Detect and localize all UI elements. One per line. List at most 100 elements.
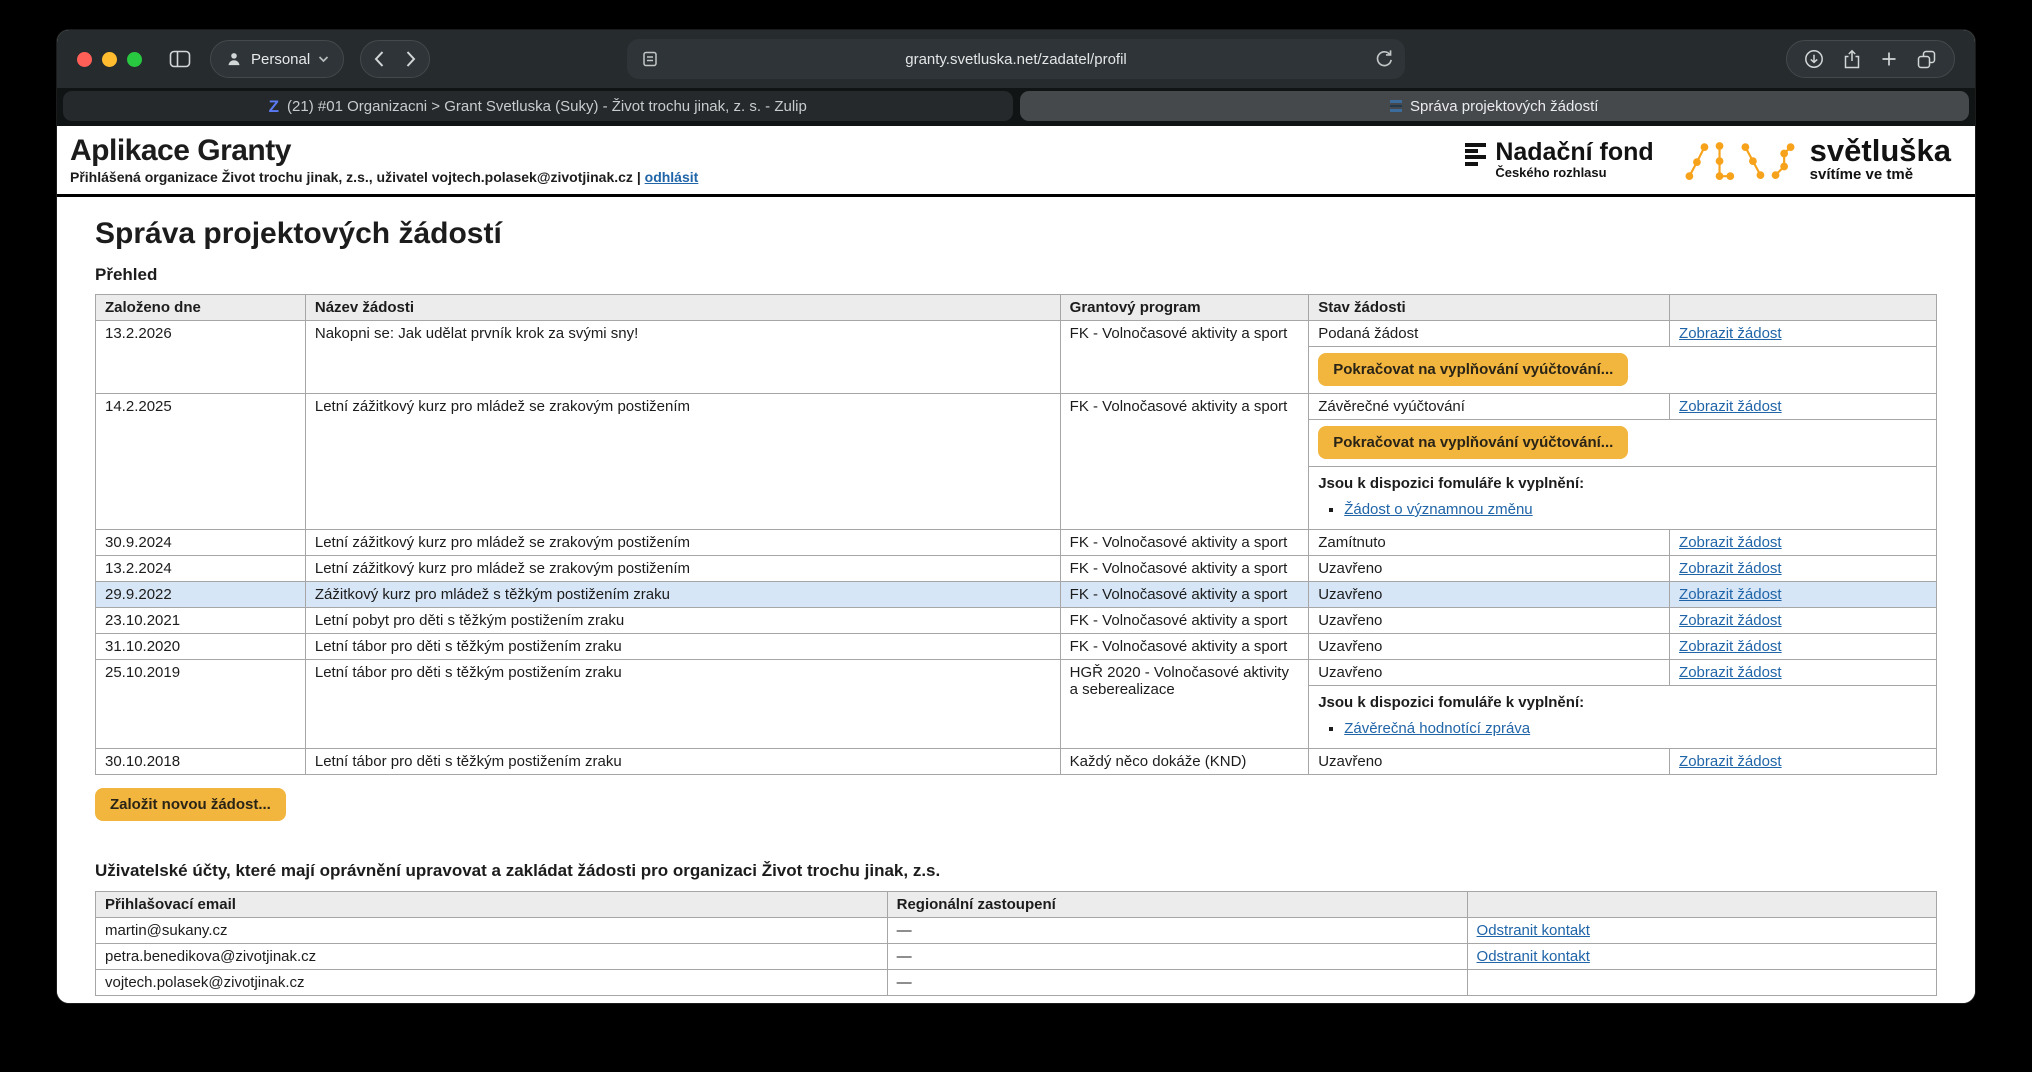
cell-action: Odstranit kontakt — [1467, 944, 1936, 970]
tab-granty[interactable]: Správa projektových žádostí — [1020, 91, 1970, 121]
cell-date: 13.2.2026 — [96, 321, 306, 394]
tab-overview-button[interactable] — [1909, 42, 1944, 77]
cell-action: Zobrazit žádost — [1670, 582, 1937, 608]
cell-program: FK - Volnočasové aktivity a sport — [1060, 634, 1309, 660]
view-application-link[interactable]: Zobrazit žádost — [1679, 753, 1782, 770]
cell-name: Nakopni se: Jak udělat prvník krok za sv… — [305, 321, 1060, 394]
cell-status: Závěrečné vyúčtování — [1309, 394, 1670, 420]
view-application-link[interactable]: Zobrazit žádost — [1679, 664, 1782, 681]
cell-name: Zážitkový kurz pro mládež s těžkým posti… — [305, 582, 1060, 608]
view-application-link[interactable]: Zobrazit žádost — [1679, 612, 1782, 629]
tab-label: Správa projektových žádostí — [1410, 98, 1598, 115]
svetluska-logo: světluška svítíme ve tmě — [1684, 136, 1951, 184]
cell-action: Odstranit kontakt — [1467, 918, 1936, 944]
view-application-link[interactable]: Zobrazit žádost — [1679, 325, 1782, 342]
cell-status: Zamítnuto — [1309, 530, 1670, 556]
form-link[interactable]: Žádost o významnou změnu — [1344, 501, 1532, 518]
continue-accounting-button[interactable]: Pokračovat na vyplňování vyúčtování... — [1318, 353, 1628, 386]
zoom-window-button[interactable] — [127, 52, 142, 67]
application-row: 31.10.2020Letní tábor pro děti s těžkým … — [96, 634, 1937, 660]
cell-email: petra.benedikova@zivotjinak.cz — [96, 944, 888, 970]
form-list-item: Závěrečná hodnotící zpráva — [1344, 720, 1927, 737]
application-row: 13.2.2024Letní zážitkový kurz pro mládež… — [96, 556, 1937, 582]
forward-button[interactable] — [395, 46, 427, 72]
accounts-table: Přihlašovací emailRegionální zastoupením… — [95, 891, 1937, 996]
tab-label: (21) #01 Organizacni > Grant Svetluska (… — [287, 98, 807, 115]
cell-program: FK - Volnočasové aktivity a sport — [1060, 582, 1309, 608]
continue-accounting-button[interactable]: Pokračovat na vyplňování vyúčtování... — [1318, 426, 1628, 459]
cell-date: 14.2.2025 — [96, 394, 306, 530]
cell-action: Zobrazit žádost — [1670, 530, 1937, 556]
downloads-button[interactable] — [1797, 42, 1831, 76]
new-application-button[interactable]: Založit novou žádost... — [95, 788, 286, 821]
cell-name: Letní zážitkový kurz pro mládež se zrako… — [305, 394, 1060, 530]
accounts-heading: Uživatelské účty, které mají oprávnění u… — [95, 861, 1937, 881]
cell-date: 25.10.2019 — [96, 660, 306, 749]
granty-favicon — [1390, 100, 1402, 112]
cell-region: — — [887, 970, 1467, 996]
reload-button[interactable] — [1372, 46, 1397, 71]
column-header: Přihlašovací email — [96, 892, 888, 918]
remove-contact-link[interactable]: Odstranit kontakt — [1477, 922, 1590, 939]
sidebar-toggle-button[interactable] — [162, 42, 198, 76]
column-header: Stav žádosti — [1309, 295, 1670, 321]
overview-heading: Přehled — [95, 265, 1937, 285]
application-row: 25.10.2019Letní tábor pro děti s těžkým … — [96, 660, 1937, 686]
cell-name: Letní tábor pro děti s těžkým postižením… — [305, 660, 1060, 749]
site-header: Aplikace Granty Přihlášená organizace Ži… — [57, 126, 1975, 197]
cell-email: vojtech.polasek@zivotjinak.cz — [96, 970, 888, 996]
cell-forms: Jsou k dispozici fomuláře k vyplnění:Záv… — [1309, 686, 1937, 749]
tab-zulip[interactable]: Z (21) #01 Organizacni > Grant Svetluska… — [63, 91, 1013, 121]
application-row: 13.2.2026Nakopni se: Jak udělat prvník k… — [96, 321, 1937, 347]
account-row: petra.benedikova@zivotjinak.cz— Odstranit… — [96, 944, 1937, 970]
view-application-link[interactable]: Zobrazit žádost — [1679, 534, 1782, 551]
page-title: Správa projektových žádostí — [95, 217, 1937, 251]
logout-link[interactable]: odhlásit — [645, 169, 699, 185]
profile-menu[interactable]: Personal — [210, 40, 344, 78]
form-list-item: Žádost o významnou změnu — [1344, 501, 1927, 518]
remove-contact-link[interactable]: Odstranit kontakt — [1477, 948, 1590, 965]
url-text: granty.svetluska.net/zadatel/profil — [627, 51, 1405, 68]
back-button[interactable] — [363, 46, 395, 72]
cell-status: Podaná žádost — [1309, 321, 1670, 347]
new-tab-button[interactable] — [1873, 43, 1905, 75]
url-bar[interactable]: granty.svetluska.net/zadatel/profil — [627, 39, 1405, 79]
cell-date: 30.10.2018 — [96, 749, 306, 775]
cell-name: Letní zážitkový kurz pro mládež se zrako… — [305, 556, 1060, 582]
app-title: Aplikace Granty — [70, 134, 698, 167]
share-button[interactable] — [1835, 42, 1869, 76]
column-header: Založeno dne — [96, 295, 306, 321]
page-format-icon[interactable] — [640, 49, 660, 69]
tab-bar: Z (21) #01 Organizacni > Grant Svetluska… — [57, 88, 1975, 126]
cell-forms: Jsou k dispozici fomuláře k vyplnění: Žád… — [1309, 467, 1937, 530]
cell-action — [1467, 970, 1936, 996]
browser-toolbar: Personal granty.svetlusk — [57, 30, 1975, 88]
view-application-link[interactable]: Zobrazit žádost — [1679, 638, 1782, 655]
view-application-link[interactable]: Zobrazit žádost — [1679, 560, 1782, 577]
close-window-button[interactable] — [77, 52, 92, 67]
cell-name: Letní tábor pro děti s těžkým postižením… — [305, 634, 1060, 660]
column-header — [1670, 295, 1937, 321]
cell-email: martin@sukany.cz — [96, 918, 888, 944]
traffic-lights — [77, 52, 142, 67]
main-content: Správa projektových žádostí Přehled Zalo… — [57, 197, 1975, 1003]
zulip-icon: Z — [269, 98, 279, 115]
view-application-link[interactable]: Zobrazit žádost — [1679, 398, 1782, 415]
cell-action: Zobrazit žádost — [1670, 634, 1937, 660]
cell-date: 13.2.2024 — [96, 556, 306, 582]
cell-status: Uzavřeno — [1309, 749, 1670, 775]
minimize-window-button[interactable] — [102, 52, 117, 67]
cell-action: Zobrazit žádost — [1670, 394, 1937, 420]
view-application-link[interactable]: Zobrazit žádost — [1679, 586, 1782, 603]
column-header: Název žádosti — [305, 295, 1060, 321]
column-header: Regionální zastoupení — [887, 892, 1467, 918]
toolbar-actions — [1786, 40, 1955, 78]
forms-available-label: Jsou k dispozici fomuláře k vyplnění: — [1318, 475, 1927, 492]
desktop-background: Personal granty.svetlusk — [0, 0, 2032, 1072]
cell-program: FK - Volnočasové aktivity a sport — [1060, 394, 1309, 530]
cell-name: Letní pobyt pro děti s těžkým postižením… — [305, 608, 1060, 634]
form-link[interactable]: Závěrečná hodnotící zpráva — [1344, 720, 1530, 737]
cell-region: — — [887, 944, 1467, 970]
cell-action: Zobrazit žádost — [1670, 608, 1937, 634]
cell-action: Zobrazit žádost — [1670, 321, 1937, 347]
